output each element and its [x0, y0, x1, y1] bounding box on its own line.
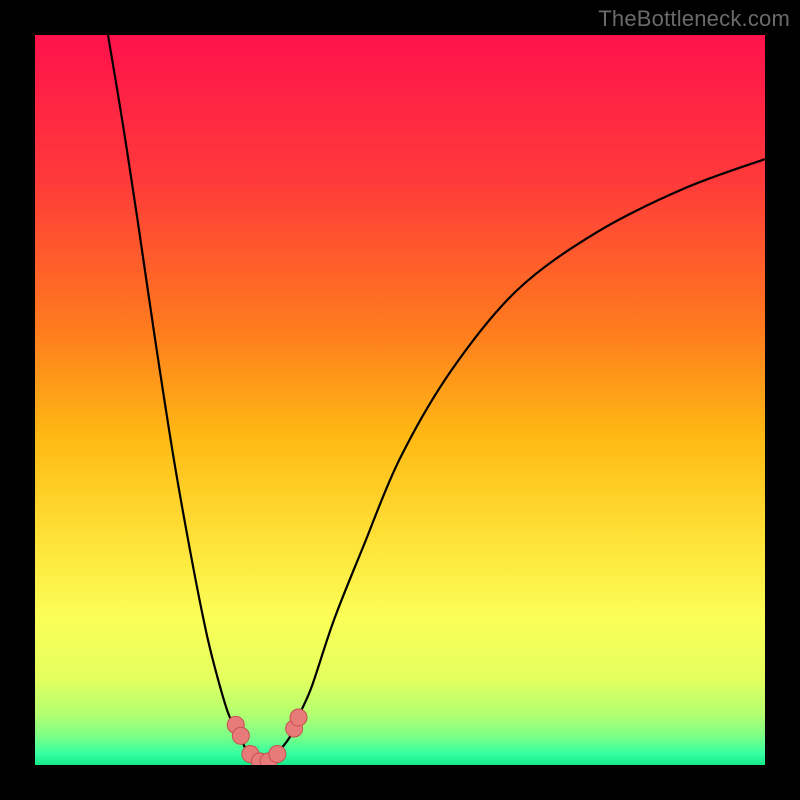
curve-marker [232, 727, 249, 744]
curve-markers [227, 709, 307, 765]
bottleneck-curve [108, 35, 765, 762]
watermark-text: TheBottleneck.com [598, 6, 790, 32]
chart-plot-area [35, 35, 765, 765]
curve-marker [269, 746, 286, 763]
chart-frame: TheBottleneck.com [0, 0, 800, 800]
curve-marker [290, 709, 307, 726]
chart-curve-layer [35, 35, 765, 765]
